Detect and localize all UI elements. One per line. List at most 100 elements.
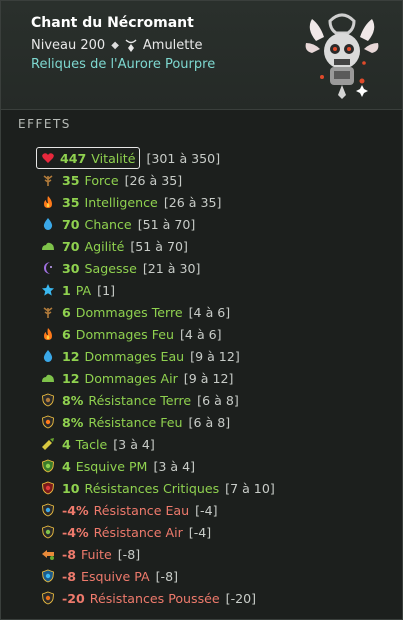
effect-name: Résistances Critiques	[84, 480, 220, 496]
effect-value: 6	[62, 304, 71, 320]
effect-row: -20 Résistances Poussée [-20]	[41, 587, 391, 609]
effect-value: 4	[62, 436, 71, 452]
effect-range: [301 à 350]	[146, 150, 221, 166]
effect-range: [26 à 35]	[163, 194, 222, 210]
shield-air-icon	[41, 525, 55, 539]
amulet-image	[305, 13, 379, 99]
effect-row: 30 Sagesse [21 à 30]	[41, 257, 391, 279]
effect-range: [-8]	[155, 568, 178, 584]
effect-range: [1]	[97, 282, 116, 298]
effect-name: Esquive PM	[75, 458, 148, 474]
effect-name: Chance	[84, 216, 132, 232]
effect-row: 12 Dommages Eau [9 à 12]	[41, 345, 391, 367]
shield-earth-icon	[41, 393, 55, 407]
effect-value: 35	[62, 172, 80, 188]
effect-name: Tacle	[75, 436, 108, 452]
item-type: Amulette	[142, 38, 203, 53]
effect-row: 35 Force [26 à 35]	[41, 169, 391, 191]
effect-value: -4%	[62, 502, 89, 518]
effect-value: 447	[60, 150, 87, 166]
effect-name: Intelligence	[84, 194, 158, 210]
vitality-highlight: 447 Vitalité	[36, 147, 141, 169]
effect-range: [3 à 4]	[113, 436, 155, 452]
effect-value: 8%	[62, 392, 84, 408]
effect-name: Résistance Air	[93, 524, 183, 540]
shield-red-icon	[41, 481, 55, 495]
effect-name: Résistance Terre	[88, 392, 192, 408]
effects-section-title: EFFETS	[18, 117, 71, 131]
fire-icon	[41, 327, 55, 341]
effect-range: [6 à 8]	[197, 392, 239, 408]
shield-green-icon	[41, 459, 55, 473]
effect-value: 30	[62, 260, 80, 276]
effect-row: 6 Dommages Terre [4 à 6]	[41, 301, 391, 323]
effect-name: Force	[84, 172, 119, 188]
water-drop-icon	[41, 217, 55, 231]
effect-row: 12 Dommages Air [9 à 12]	[41, 367, 391, 389]
effect-name: Fuite	[81, 546, 112, 562]
effect-name: Résistances Poussée	[89, 590, 220, 606]
earth-icon	[41, 305, 55, 319]
effect-row: 8% Résistance Feu [6 à 8]	[41, 411, 391, 433]
effect-row: 35 Intelligence [26 à 35]	[41, 191, 391, 213]
effect-name: Dommages Air	[84, 370, 178, 386]
effect-value: 12	[62, 348, 80, 364]
effect-range: [4 à 6]	[180, 326, 222, 342]
effect-range: [9 à 12]	[190, 348, 240, 364]
star-icon	[41, 283, 55, 297]
effect-range: [-4]	[195, 502, 218, 518]
effect-range: [-20]	[225, 590, 257, 606]
effect-name: Esquive PA	[81, 568, 150, 584]
effect-value: 8%	[62, 414, 84, 430]
effect-value: 4	[62, 458, 71, 474]
shield-push-icon	[41, 591, 55, 605]
effect-value: 10	[62, 480, 80, 496]
effect-value: 12	[62, 370, 80, 386]
item-title: Chant du Nécromant	[31, 15, 194, 31]
effect-name: PA	[75, 282, 92, 298]
effect-value: -20	[62, 590, 85, 606]
effect-range: [-8]	[117, 546, 141, 562]
amulet-icon	[125, 38, 137, 52]
effect-name: Agilité	[84, 238, 125, 254]
water-drop-icon	[41, 349, 55, 363]
effect-row: 4 Esquive PM [3 à 4]	[41, 455, 391, 477]
item-set-link[interactable]: Reliques de l'Aurore Pourpre	[31, 57, 215, 72]
shield-fire-icon	[41, 415, 55, 429]
effect-value: 70	[62, 238, 80, 254]
effect-range: [7 à 10]	[225, 480, 275, 496]
effects-list: 447 Vitalité [301 à 350] 35 Force [26 à 35] 35…	[36, 147, 391, 609]
effect-name: Dommages Terre	[75, 304, 183, 320]
effect-row: 4 Tacle [3 à 4]	[41, 433, 391, 455]
effect-range: [-4]	[188, 524, 212, 540]
effect-range: [4 à 6]	[188, 304, 231, 320]
effect-value: 70	[62, 216, 80, 232]
earth-icon	[41, 173, 55, 187]
effect-name: Sagesse	[84, 260, 137, 276]
effect-range: [51 à 70]	[137, 216, 196, 232]
effect-row: 6 Dommages Feu [4 à 6]	[41, 323, 391, 345]
effect-row: -8 Fuite [-8]	[41, 543, 391, 565]
flee-icon	[41, 547, 55, 561]
fire-icon	[41, 195, 55, 209]
wisdom-moon-icon	[41, 261, 55, 275]
item-header: Chant du Nécromant Niveau 200 ◆ Amulette…	[1, 1, 402, 110]
air-icon	[41, 239, 55, 253]
effect-range: [3 à 4]	[153, 458, 196, 474]
effect-value: 1	[62, 282, 71, 298]
effect-row: -8 Esquive PA [-8]	[41, 565, 391, 587]
effect-name: Dommages Feu	[75, 326, 175, 342]
separator-dot-icon: ◆	[111, 40, 119, 51]
effect-range: [51 à 70]	[130, 238, 188, 254]
shield-water-icon	[41, 503, 55, 517]
effect-row: -4% Résistance Air [-4]	[41, 521, 391, 543]
effect-value: 6	[62, 326, 71, 342]
effect-row: 447 Vitalité [301 à 350]	[36, 147, 391, 169]
effect-range: [6 à 8]	[188, 414, 231, 430]
effect-row: 1 PA [1]	[41, 279, 391, 301]
effect-name: Vitalité	[91, 150, 136, 166]
effect-row: -4% Résistance Eau [-4]	[41, 499, 391, 521]
effect-row: 70 Chance [51 à 70]	[41, 213, 391, 235]
item-level: Niveau 200	[31, 38, 106, 53]
shield-blue-icon	[41, 569, 55, 583]
